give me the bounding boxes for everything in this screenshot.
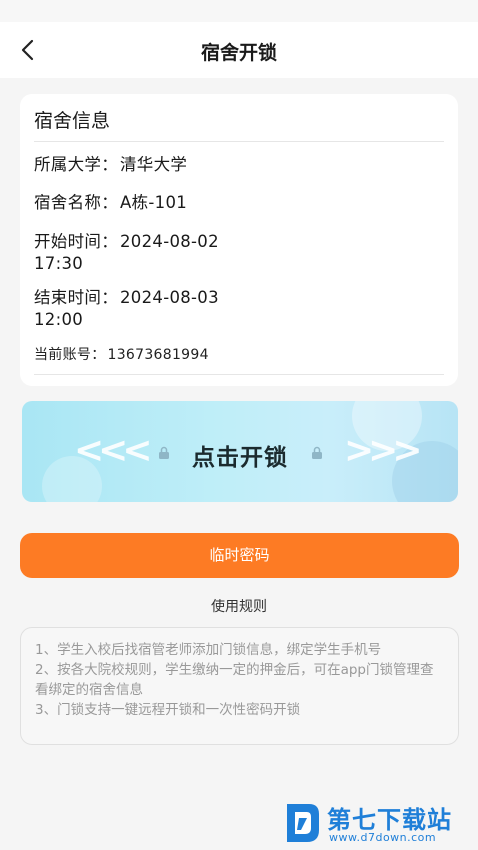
watermark-name: 第七下载站 [327, 806, 452, 834]
site-logo-icon [287, 804, 319, 842]
temp-password-button[interactable]: 临时密码 [20, 533, 459, 578]
dorm-name-label: 宿舍名称： [34, 193, 118, 212]
app-header: 宿舍开锁 [0, 22, 478, 78]
divider [34, 141, 444, 142]
site-watermark: 第七下载站 www.d7down.com [283, 800, 473, 846]
start-time-label: 开始时间： [34, 232, 118, 251]
account-row: 当前账号： 13673681994 [34, 344, 444, 366]
page-title: 宿舍开锁 [200, 42, 277, 64]
dorm-name-row: 宿舍名称： A栋-101 [34, 192, 444, 214]
unlock-button[interactable]: <<< 点击开锁 >>> [22, 401, 458, 502]
dorm-name-value: A栋-101 [120, 193, 188, 212]
account-label: 当前账号： [34, 347, 106, 363]
university-value: 清华大学 [120, 155, 188, 174]
lock-icon [312, 446, 322, 459]
rules-title: 使用规则 [211, 599, 267, 615]
university-label: 所属大学： [34, 155, 118, 174]
rule-item: 2、按各大院校规则，学生缴纳一定的押金后，可在app门锁管理查看绑定的宿舍信息 [35, 662, 434, 698]
start-clock-value: 17:30 [34, 254, 84, 273]
right-arrows-icon: >>> [344, 430, 422, 471]
divider [34, 374, 444, 375]
rules-box: 1、学生入校后找宿管老师添加门锁信息，绑定学生手机号 2、按各大院校规则，学生缴… [20, 627, 459, 745]
status-bar [0, 0, 478, 22]
rule-item: 1、学生入校后找宿管老师添加门锁信息，绑定学生手机号 [35, 642, 382, 658]
card-title: 宿舍信息 [34, 110, 111, 132]
account-value: 13673681994 [107, 347, 209, 363]
watermark-url: www.d7down.com [329, 831, 437, 844]
start-date-value: 2024-08-02 [120, 232, 219, 251]
end-time-label: 结束时间： [34, 288, 118, 307]
dorm-info-card: 宿舍信息 所属大学： 清华大学 宿舍名称： A栋-101 开始时间： 2024-08-… [20, 94, 458, 386]
end-time-row: 结束时间： 2024-08-03 12:00 [34, 287, 444, 331]
end-clock-value: 12:00 [34, 310, 84, 329]
start-time-row: 开始时间： 2024-08-02 17:30 [34, 231, 444, 275]
end-date-value: 2024-08-03 [120, 288, 219, 307]
rule-item: 3、门锁支持一键远程开锁和一次性密码开锁 [35, 702, 301, 718]
university-row: 所属大学： 清华大学 [34, 154, 444, 176]
